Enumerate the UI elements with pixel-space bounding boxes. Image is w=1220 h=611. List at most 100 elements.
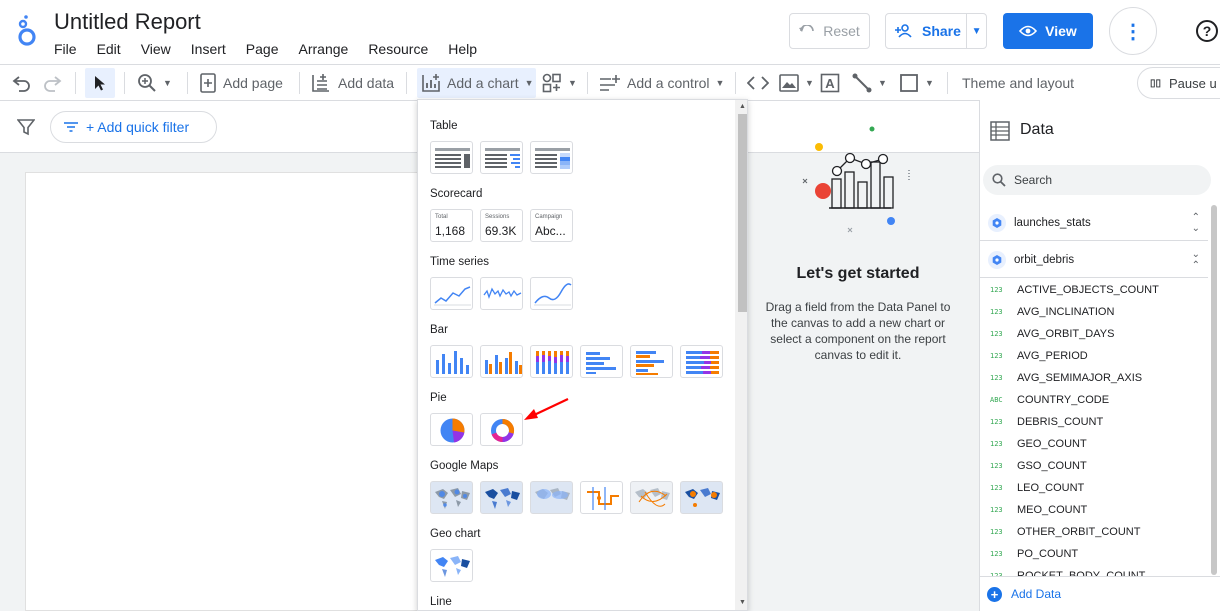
chart-menu-scrollbar[interactable]: ▲ ▼ — [735, 100, 747, 610]
pie-chart-icon — [440, 418, 465, 443]
search-input[interactable]: Search — [983, 165, 1211, 195]
community-visualizations-button[interactable]: ▼ — [542, 68, 577, 98]
chart-option-line-map[interactable] — [580, 481, 623, 514]
field-item[interactable]: 123 GSO_COUNT — [990, 455, 1087, 477]
chart-option-grouped-bar[interactable] — [630, 345, 673, 378]
chart-option-table[interactable] — [430, 141, 473, 174]
annotation-arrow-icon — [524, 398, 569, 420]
more-options-button[interactable]: ⋮ — [1109, 7, 1157, 55]
field-item[interactable]: 123 MEO_COUNT — [990, 499, 1087, 521]
menu-view[interactable]: View — [141, 41, 171, 57]
add-data-footer-button[interactable]: + Add Data — [980, 576, 1220, 611]
add-page-button[interactable]: Add page — [199, 68, 283, 98]
pause-updates-button[interactable]: ▯▯ Pause u — [1137, 67, 1220, 99]
chart-option-connections-map[interactable] — [630, 481, 673, 514]
scroll-down-icon[interactable]: ▼ — [739, 599, 746, 606]
menu-arrange[interactable]: Arrange — [299, 41, 349, 57]
chevron-down-icon: ▼ — [805, 78, 814, 88]
section-scorecard: Scorecard — [430, 188, 483, 200]
chart-option-stacked-column[interactable] — [530, 345, 573, 378]
menu-page[interactable]: Page — [246, 41, 279, 57]
chart-option-pie[interactable] — [430, 413, 473, 446]
chart-option-filled-map[interactable] — [480, 481, 523, 514]
report-page[interactable] — [25, 172, 465, 611]
shape-button[interactable]: ▼ — [899, 68, 934, 98]
embed-code-button[interactable] — [747, 68, 769, 98]
text-button[interactable]: A — [820, 68, 840, 98]
reset-button[interactable]: Reset — [789, 13, 870, 49]
line-map-icon — [587, 487, 619, 510]
report-title[interactable]: Untitled Report — [54, 9, 201, 35]
chart-option-column[interactable] — [430, 345, 473, 378]
chart-option-bar[interactable] — [580, 345, 623, 378]
menu-insert[interactable]: Insert — [191, 41, 226, 57]
chart-option-scorecard-text[interactable]: Campaign Abc... — [530, 209, 573, 242]
expand-icon[interactable]: ⌃ ⌄ — [1192, 212, 1200, 234]
field-item[interactable]: 123 ACTIVE_OBJECTS_COUNT — [990, 279, 1159, 301]
chart-option-geo-chart[interactable] — [430, 549, 473, 582]
data-panel-scrollbar[interactable] — [1211, 205, 1217, 575]
field-item[interactable]: 123 AVG_SEMIMAJOR_AXIS — [990, 367, 1142, 389]
share-button[interactable]: Share ▼ — [885, 13, 987, 49]
field-item[interactable]: 123 PO_COUNT — [990, 543, 1078, 565]
chart-option-grouped-column[interactable] — [480, 345, 523, 378]
collapse-icon[interactable]: ⌄ ⌃ — [1192, 249, 1200, 271]
add-data-button[interactable]: Add data — [310, 68, 394, 98]
scroll-up-icon[interactable]: ▲ — [739, 103, 746, 110]
theme-and-layout-button[interactable]: Theme and layout — [962, 68, 1074, 98]
field-item[interactable]: 123 AVG_PERIOD — [990, 345, 1088, 367]
chart-option-combo-map[interactable] — [680, 481, 723, 514]
add-chart-button[interactable]: Add a chart ▼ — [417, 68, 536, 98]
section-bar: Bar — [430, 324, 448, 336]
field-item[interactable]: ABC COUNTRY_CODE — [990, 389, 1109, 411]
field-item[interactable]: 123 AVG_ORBIT_DAYS — [990, 323, 1114, 345]
field-name: GEO_COUNT — [1017, 438, 1087, 450]
share-dropdown-icon[interactable]: ▼ — [967, 26, 986, 37]
chart-option-stacked-bar[interactable] — [680, 345, 723, 378]
table-icon — [435, 148, 470, 168]
filter-icon[interactable] — [17, 118, 35, 136]
menu-edit[interactable]: Edit — [97, 41, 121, 57]
menu-file[interactable]: File — [54, 41, 77, 57]
chart-option-table-with-bars[interactable] — [480, 141, 523, 174]
image-button[interactable]: ▼ — [779, 68, 814, 98]
field-item[interactable]: 123 OTHER_ORBIT_COUNT — [990, 521, 1140, 543]
chart-option-heatmap-map[interactable] — [530, 481, 573, 514]
view-button[interactable]: View — [1003, 13, 1093, 49]
chart-option-sparkline[interactable] — [480, 277, 523, 310]
dataset-orbit-debris[interactable]: orbit_debris ⌄ ⌃ — [980, 242, 1208, 278]
chart-option-scorecard[interactable]: Total 1,168 — [430, 209, 473, 242]
section-geo-chart: Geo chart — [430, 528, 481, 540]
filled-map-icon — [485, 488, 520, 509]
field-item[interactable]: 123 LEO_COUNT — [990, 477, 1084, 499]
chart-option-heatmap-table[interactable] — [530, 141, 573, 174]
field-item[interactable]: 123 GEO_COUNT — [990, 433, 1087, 455]
components-icon — [542, 73, 561, 93]
scrollbar-thumb[interactable] — [738, 114, 747, 312]
dataset-launches-stats[interactable]: launches_stats ⌃ ⌄ — [980, 205, 1208, 241]
chart-option-scorecard-compact[interactable]: Sessions 69.3K — [480, 209, 523, 242]
add-quick-filter-button[interactable]: + Add quick filter — [50, 111, 217, 143]
undo-icon[interactable] — [11, 74, 31, 92]
chart-option-smoothed-time-series[interactable] — [530, 277, 573, 310]
connections-map-icon — [635, 488, 670, 507]
chart-option-bubble-map[interactable] — [430, 481, 473, 514]
section-time-series: Time series — [430, 256, 489, 268]
menu-resource[interactable]: Resource — [368, 41, 428, 57]
redo-icon[interactable] — [43, 74, 63, 92]
menu-help[interactable]: Help — [448, 41, 477, 57]
help-icon[interactable]: ? — [1196, 20, 1218, 42]
data-panel-title: Data — [1020, 121, 1054, 138]
field-item[interactable]: 123 DEBRIS_COUNT — [990, 411, 1103, 433]
field-name: ACTIVE_OBJECTS_COUNT — [1017, 284, 1159, 296]
chart-illustration — [802, 126, 910, 233]
chart-option-time-series[interactable] — [430, 277, 473, 310]
text-type-icon: ABC — [990, 396, 1003, 404]
add-control-button[interactable]: Add a control ▼ — [599, 68, 724, 98]
code-icon — [747, 76, 769, 90]
select-tool[interactable] — [85, 68, 115, 98]
line-button[interactable]: ▼ — [852, 68, 887, 98]
field-item[interactable]: 123 AVG_INCLINATION — [990, 301, 1114, 323]
zoom-tool[interactable]: ▼ — [137, 68, 172, 98]
grouped-bar-icon — [636, 351, 664, 375]
